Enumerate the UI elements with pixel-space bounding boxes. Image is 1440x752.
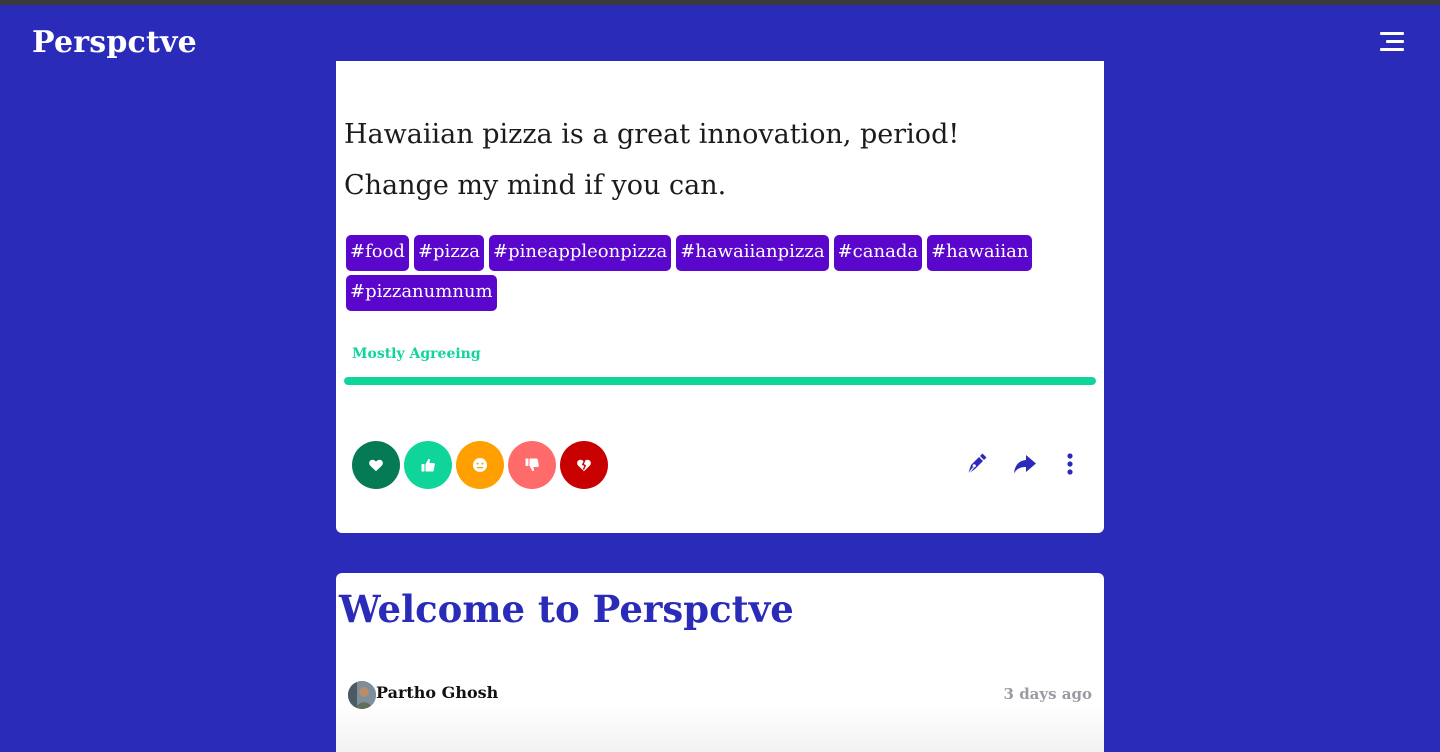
tag-chip[interactable]: #hawaiianpizza: [676, 235, 829, 271]
thumbs-up-icon: [421, 458, 435, 472]
tag-chip[interactable]: #pizzanumnum: [346, 275, 497, 311]
love-reaction-button[interactable]: [352, 441, 400, 489]
post-timestamp: 3 days ago: [1003, 685, 1092, 703]
sentiment-progress-fill: [344, 377, 1096, 385]
card-fade: [336, 703, 1104, 752]
tag-chip[interactable]: #food: [346, 235, 409, 271]
post-card: Hawaiian pizza is a great innovation, pe…: [336, 61, 1104, 533]
more-vertical-icon[interactable]: [1056, 450, 1084, 478]
broken-heart-icon: [577, 459, 591, 472]
menu-icon[interactable]: [1380, 32, 1404, 56]
navbar: Perspctve: [0, 5, 1440, 61]
sentiment-label: Mostly Agreeing: [352, 346, 481, 362]
neutral-reaction-button[interactable]: [456, 441, 504, 489]
thumbs-down-icon: [525, 458, 539, 472]
agree-reaction-button[interactable]: [404, 441, 452, 489]
author-name[interactable]: Partho Ghosh: [376, 683, 498, 702]
avatar-image: [348, 681, 376, 709]
tag-chip[interactable]: #pizza: [413, 235, 485, 271]
neutral-face-icon: [473, 458, 487, 472]
tag-list: #food #pizza #pineappleonpizza #hawaiianpiz…: [346, 235, 1086, 315]
brand-logo[interactable]: Perspctve: [32, 25, 197, 60]
hate-reaction-button[interactable]: [560, 441, 608, 489]
share-icon[interactable]: [1010, 450, 1038, 478]
heart-icon: [369, 459, 383, 472]
tag-chip[interactable]: #pineappleonpizza: [489, 235, 672, 271]
tag-chip[interactable]: #hawaiian: [927, 235, 1033, 271]
tag-chip[interactable]: #canada: [833, 235, 923, 271]
post-title[interactable]: Welcome to Perspctve: [339, 587, 794, 631]
pen-icon[interactable]: [962, 450, 990, 478]
post-statement: Hawaiian pizza is a great innovation, pe…: [344, 119, 960, 201]
disagree-reaction-button[interactable]: [508, 441, 556, 489]
avatar[interactable]: [348, 681, 376, 709]
next-post-card: Welcome to Perspctve Partho Ghosh 3 days…: [336, 573, 1104, 752]
sentiment-progress-bar: [344, 377, 1096, 385]
